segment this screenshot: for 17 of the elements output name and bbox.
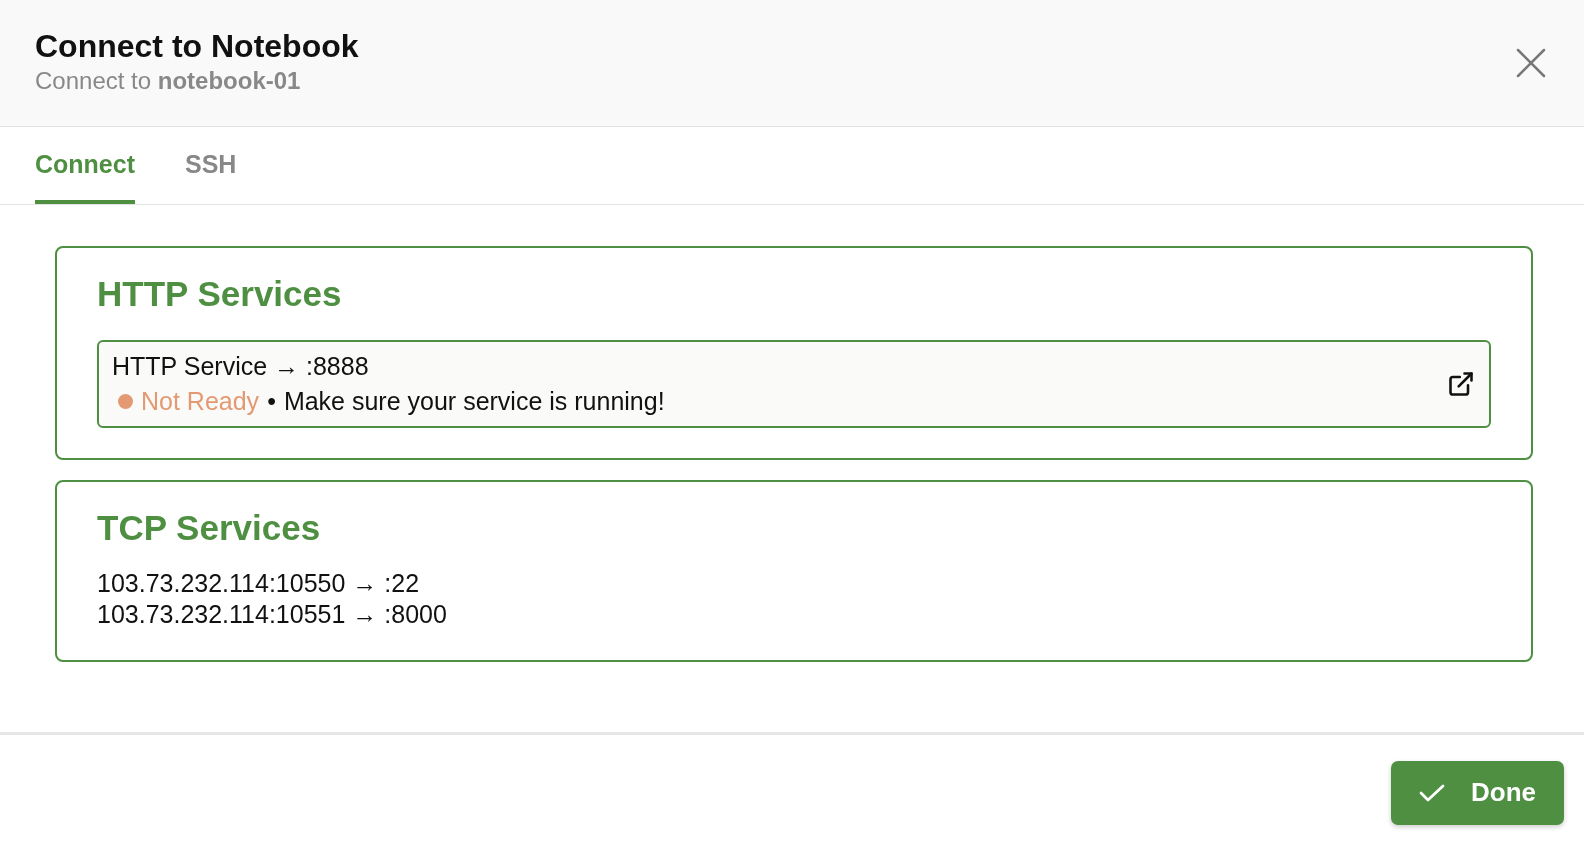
- done-button[interactable]: Done: [1391, 760, 1564, 825]
- tab[interactable]: Connect: [35, 127, 135, 204]
- service-name: HTTP Service → :8888: [112, 352, 370, 381]
- dialog-title: Connect to Notebook: [35, 27, 359, 65]
- tcp-mapping: 103.73.232.114:10550 → :22: [97, 568, 421, 599]
- tcp-mapping: 103.73.232.114:10551 → :8000: [97, 599, 448, 630]
- status-text: Not Ready: [141, 387, 260, 416]
- status-message: Make sure your service is running!: [283, 387, 665, 416]
- service-row[interactable]: HTTP Service → :8888 Not Ready • Make sure your service is running!: [97, 340, 1491, 428]
- dialog-subtitle: Connect to notebook-01: [35, 66, 302, 95]
- separator-dot: •: [267, 387, 276, 416]
- section-heading: TCP Services: [97, 508, 322, 548]
- section-heading: HTTP Services: [97, 274, 343, 314]
- check-icon: [1419, 782, 1445, 803]
- external-link-icon[interactable]: [1447, 370, 1475, 398]
- tab[interactable]: SSH: [185, 127, 237, 204]
- close-icon: [1516, 48, 1546, 78]
